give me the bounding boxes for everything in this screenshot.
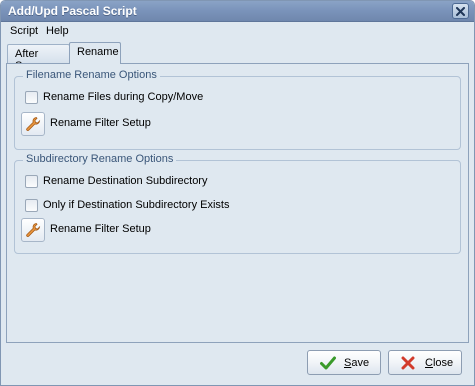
tab-after-scan[interactable]: After Scan bbox=[7, 44, 70, 72]
window-title: Add/Upd Pascal Script bbox=[8, 4, 137, 18]
close-button[interactable]: Close bbox=[388, 350, 462, 375]
only-if-exists-option[interactable]: Only if Destination Subdirectory Exists bbox=[25, 198, 305, 214]
rename-tab-panel: Filename Rename Options Rename Files dur… bbox=[6, 63, 469, 343]
group-title: Filename Rename Options bbox=[23, 69, 160, 81]
close-button-label: Close bbox=[425, 357, 454, 369]
title-bar[interactable]: Add/Upd Pascal Script bbox=[1, 1, 474, 22]
group-title: Subdirectory Rename Options bbox=[23, 153, 177, 165]
window-close-button[interactable] bbox=[452, 3, 469, 19]
menu-script[interactable]: Script bbox=[10, 25, 38, 37]
only-if-exists-checkbox[interactable] bbox=[25, 199, 38, 212]
save-button-label: Save bbox=[344, 357, 370, 369]
rename-files-checkbox[interactable] bbox=[25, 91, 38, 104]
subdirectory-filter-setup-label: Rename Filter Setup bbox=[50, 223, 151, 235]
rename-files-option[interactable]: Rename Files during Copy/Move bbox=[25, 90, 275, 106]
rename-destination-checkbox[interactable] bbox=[25, 175, 38, 188]
dialog-footer: Save Close bbox=[1, 343, 474, 385]
filename-filter-setup-label: Rename Filter Setup bbox=[50, 117, 151, 129]
menu-bar: Script Help bbox=[1, 22, 474, 41]
rename-destination-option[interactable]: Rename Destination Subdirectory bbox=[25, 174, 275, 190]
dialog-window: Add/Upd Pascal Script Script Help After … bbox=[0, 0, 475, 386]
subdirectory-filter-setup: Rename Filter Setup bbox=[21, 218, 221, 242]
red-x-icon bbox=[401, 356, 415, 370]
checkmark-icon bbox=[320, 356, 336, 370]
wrench-icon bbox=[26, 117, 41, 131]
tab-rename[interactable]: Rename bbox=[69, 42, 121, 64]
subdirectory-filter-setup-button[interactable] bbox=[21, 218, 45, 242]
menu-help[interactable]: Help bbox=[46, 25, 69, 37]
only-if-exists-label: Only if Destination Subdirectory Exists bbox=[43, 199, 230, 211]
filename-rename-group: Filename Rename Options Rename Files dur… bbox=[14, 69, 461, 150]
tab-label: Rename bbox=[77, 46, 119, 58]
filename-filter-setup-button[interactable] bbox=[21, 112, 45, 136]
close-icon bbox=[456, 7, 465, 16]
rename-destination-label: Rename Destination Subdirectory bbox=[43, 175, 208, 187]
tab-strip: After Scan Rename bbox=[1, 41, 474, 72]
subdirectory-rename-group: Subdirectory Rename Options Rename Desti… bbox=[14, 153, 461, 254]
rename-files-label: Rename Files during Copy/Move bbox=[43, 91, 204, 103]
wrench-icon bbox=[26, 223, 41, 237]
filename-filter-setup: Rename Filter Setup bbox=[21, 112, 221, 136]
save-button[interactable]: Save bbox=[307, 350, 381, 375]
